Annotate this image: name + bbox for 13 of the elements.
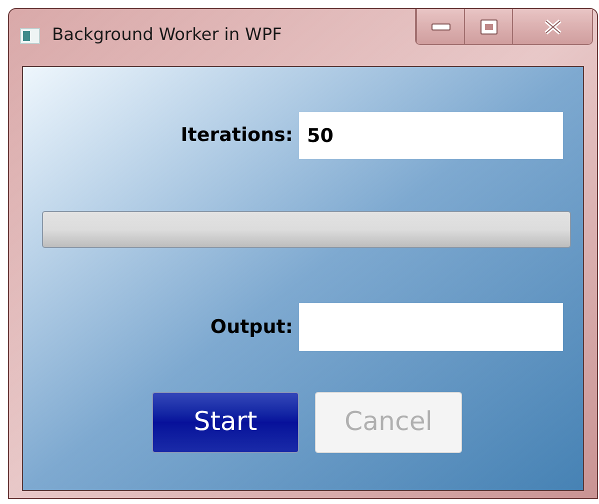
output-field[interactable] (299, 303, 563, 351)
close-button[interactable] (512, 9, 592, 44)
maximize-icon (480, 18, 498, 34)
minimize-icon (430, 22, 450, 30)
field-label: Output: (210, 314, 293, 340)
action-button[interactable]: Start (152, 392, 299, 453)
close-icon (542, 18, 562, 34)
maximize-button[interactable] (464, 9, 512, 44)
window-title: Background Worker in WPF (52, 24, 282, 47)
app-icon (20, 28, 40, 44)
minimize-button[interactable] (416, 9, 464, 44)
field-label: Iterations: (180, 123, 293, 148)
input-field[interactable]: 50 (299, 112, 563, 159)
